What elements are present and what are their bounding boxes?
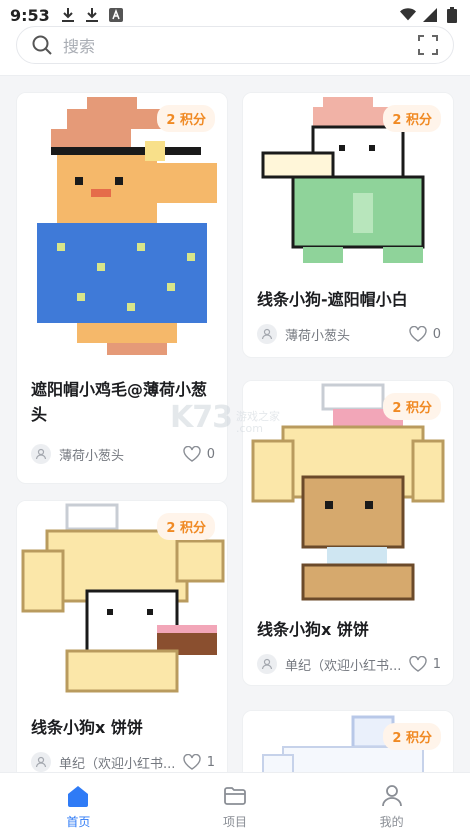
- points-badge: 2 积分: [157, 105, 215, 132]
- search-input[interactable]: 搜索: [16, 26, 454, 64]
- user-icon: [381, 785, 402, 807]
- home-icon: [68, 786, 89, 807]
- artwork-card[interactable]: 2 积分 线条小狗x 饼饼 单纪（欢迎小红书... 1: [16, 500, 228, 790]
- card-title: 线条小狗x 饼饼: [257, 620, 369, 639]
- heart-icon: [183, 754, 201, 770]
- points-badge: 2 积分: [383, 105, 441, 132]
- download-icon: [84, 7, 100, 23]
- watermark-line2: .com: [236, 422, 263, 435]
- nav-home-label: 首页: [66, 815, 91, 829]
- download-icon: [60, 7, 76, 23]
- watermark: K73 游戏之家 .com: [170, 400, 280, 435]
- nav-projects[interactable]: 项目: [157, 773, 314, 837]
- notification-icons: [60, 7, 124, 23]
- battery-icon: [444, 7, 460, 23]
- folder-icon: [224, 787, 246, 805]
- author-name: 薄荷小葱头: [285, 328, 351, 344]
- like-button[interactable]: 1: [183, 754, 215, 770]
- avatar: [257, 324, 277, 344]
- status-time: 9:53: [10, 5, 50, 25]
- heart-icon: [409, 656, 427, 672]
- author-row: 单纪（欢迎小红书... 1: [257, 653, 441, 675]
- author-name: 薄荷小葱头: [59, 448, 125, 464]
- like-count: 0: [206, 446, 215, 462]
- like-count: 1: [206, 754, 215, 770]
- points-badge: 2 积分: [383, 393, 441, 420]
- artwork-thumbnail: [17, 93, 227, 365]
- like-button[interactable]: 0: [409, 326, 441, 342]
- avatar: [31, 752, 51, 772]
- avatar: [31, 444, 51, 464]
- author-row: 薄荷小葱头 0: [257, 323, 441, 345]
- bottom-nav: 首页 项目 我的: [0, 772, 470, 837]
- nav-projects-label: 项目: [223, 815, 248, 829]
- system-icons: [400, 7, 460, 23]
- author-row: 单纪（欢迎小红书... 1: [31, 751, 215, 773]
- points-badge: 2 积分: [383, 723, 441, 750]
- nav-mine-label: 我的: [379, 815, 404, 829]
- avatar: [257, 654, 277, 674]
- search-bar: 搜索: [0, 26, 470, 76]
- watermark-logo: K73: [170, 400, 233, 435]
- heart-icon: [409, 326, 427, 342]
- like-button[interactable]: 1: [409, 656, 441, 672]
- card-title: 线条小狗-遮阳帽小白: [257, 290, 408, 309]
- artwork-card[interactable]: 2 积分 线条小狗-遮阳帽小白 薄荷小葱头 0: [242, 92, 454, 358]
- search-placeholder: 搜索: [63, 37, 96, 56]
- like-count: 0: [432, 326, 441, 342]
- a-badge-icon: [108, 7, 124, 23]
- card-title: 线条小狗x 饼饼: [31, 718, 143, 737]
- like-button[interactable]: 0: [183, 446, 215, 462]
- author-name: 单纪（欢迎小红书...: [59, 756, 176, 772]
- points-badge: 2 积分: [157, 513, 215, 540]
- author-name: 单纪（欢迎小红书...: [285, 658, 402, 674]
- signal-icon: [422, 7, 438, 23]
- scan-icon[interactable]: [417, 34, 439, 56]
- like-count: 1: [432, 656, 441, 672]
- search-icon: [31, 34, 53, 56]
- watermark-text: 游戏之家 .com: [236, 411, 280, 435]
- author-row: 薄荷小葱头 0: [31, 443, 215, 465]
- wifi-icon: [400, 7, 416, 23]
- heart-icon: [183, 446, 201, 462]
- nav-mine[interactable]: 我的: [313, 773, 470, 837]
- nav-home[interactable]: 首页: [0, 773, 157, 837]
